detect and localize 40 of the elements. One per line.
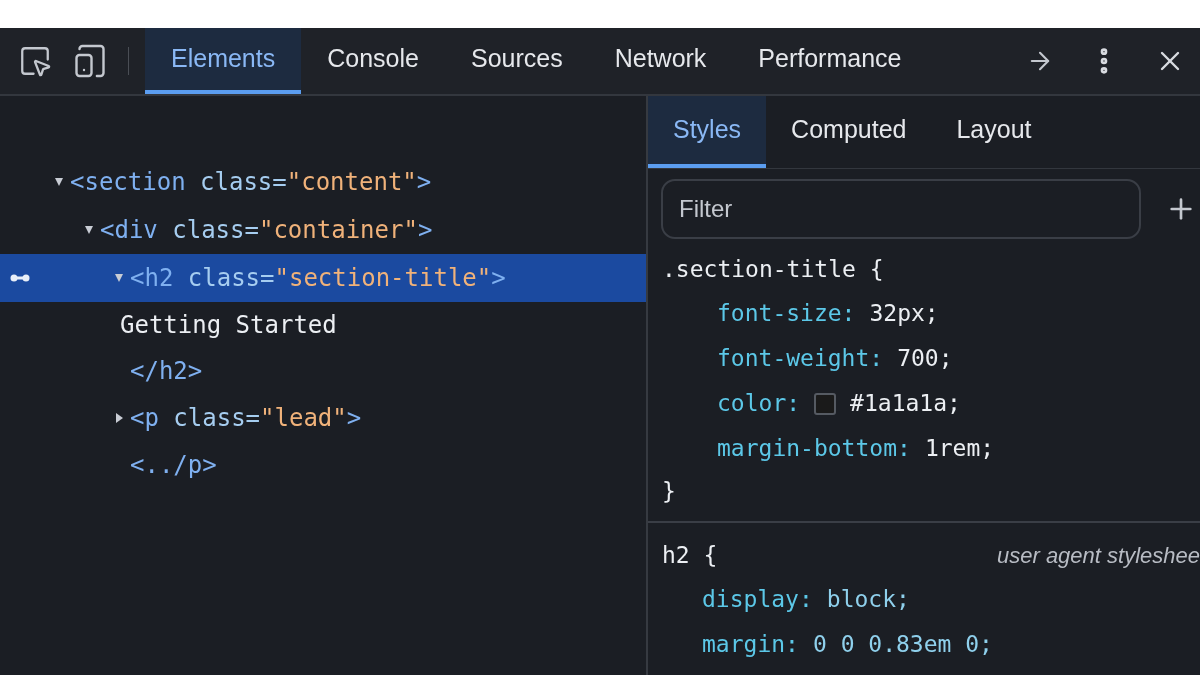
css-property: margin: — [702, 630, 799, 660]
css-value: #1a1a1a; — [850, 389, 961, 419]
sidebar-tab[interactable]: Layout — [931, 96, 1057, 168]
dom-node-row[interactable]: <p class="lead"> — [0, 394, 646, 442]
css-selector: h2 { — [662, 540, 718, 570]
css-property: margin-bottom: — [717, 434, 911, 464]
dom-node-row[interactable]: <h2 class="section-title"> — [0, 254, 646, 302]
css-value: block; — [826, 585, 910, 615]
css-property: display: — [702, 585, 813, 615]
closing-tag: <../p> — [130, 447, 217, 483]
css-value: 0 0 0.83em 0; — [812, 630, 993, 660]
color-swatch[interactable] — [814, 392, 837, 415]
css-property: font-weight: — [717, 344, 884, 374]
drag-handle-icon[interactable] — [10, 274, 30, 282]
panel-tab[interactable]: Console — [301, 28, 445, 94]
html-tag-text: <section class="content"> — [70, 167, 432, 198]
panel-tab[interactable]: Elements — [145, 28, 302, 94]
html-tag-text: <p class="lead"> — [130, 403, 362, 434]
html-tag-text: <h2 class="section-title"> — [130, 263, 506, 294]
css-value: 700; — [897, 344, 953, 374]
dom-node-row[interactable]: <section class="content"> — [0, 158, 646, 206]
panel-tab[interactable]: Performance — [732, 28, 928, 94]
device-toolbar-icon[interactable] — [72, 43, 108, 79]
filter-field[interactable]: Filter — [661, 179, 1141, 239]
css-value: 32px; — [869, 299, 939, 329]
html-tag-text: <div class="container"> — [100, 215, 433, 246]
closing-tag: </h2> — [130, 353, 203, 389]
inspect-element-icon[interactable] — [18, 44, 52, 78]
sidebar-tab[interactable]: Computed — [766, 96, 932, 168]
sidebar-tab[interactable]: Styles — [648, 96, 767, 168]
panel-tab[interactable]: Sources — [444, 28, 589, 94]
closing-brace: } — [662, 476, 676, 506]
node-text-label: Getting Started — [120, 310, 337, 341]
css-selector: .section-title { — [662, 254, 884, 284]
dom-node-row[interactable]: <div class="container"> — [0, 206, 646, 254]
css-property: color: — [717, 389, 801, 419]
css-property: font-size: — [717, 299, 856, 329]
css-value: 1rem; — [924, 434, 995, 464]
panel-tab[interactable]: Network — [588, 28, 733, 94]
stylesheet-source: user agent styleshee — [996, 541, 1200, 570]
